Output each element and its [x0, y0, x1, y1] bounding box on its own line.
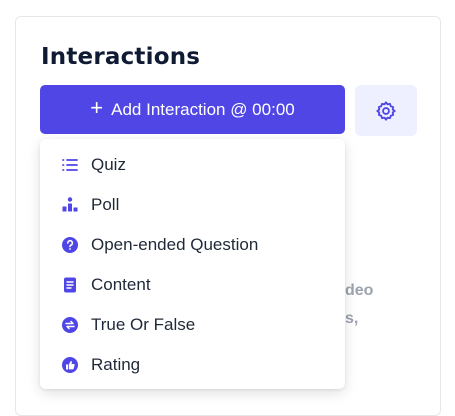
plus-icon: + — [90, 95, 104, 120]
bar-chart-icon — [61, 196, 79, 214]
settings-button[interactable] — [355, 85, 417, 136]
menu-item-label: Rating — [91, 355, 141, 374]
menu-item-true-or-false[interactable]: True Or False — [40, 305, 345, 345]
background-text-line1: deo — [345, 282, 374, 299]
document-icon — [61, 276, 79, 294]
menu-item-label: Content — [91, 275, 151, 294]
page-title: Interactions — [41, 44, 201, 70]
add-interaction-button[interactable]: + Add Interaction @ 00:00 — [40, 85, 345, 134]
swap-circle-icon — [61, 316, 79, 334]
thumbs-up-circle-icon — [61, 356, 79, 374]
menu-item-content[interactable]: Content — [40, 265, 345, 305]
interaction-type-menu: Quiz Poll Open-ended Question Content Tr… — [40, 139, 345, 389]
gear-icon — [376, 100, 396, 121]
menu-item-open-ended-question[interactable]: Open-ended Question — [40, 225, 345, 265]
background-text-line2: s, — [345, 310, 359, 327]
menu-item-poll[interactable]: Poll — [40, 185, 345, 225]
menu-item-rating[interactable]: Rating — [40, 345, 345, 385]
question-circle-icon — [61, 236, 79, 254]
list-icon — [61, 156, 79, 174]
menu-item-quiz[interactable]: Quiz — [40, 145, 345, 185]
menu-item-label: True Or False — [91, 315, 196, 334]
menu-item-label: Quiz — [91, 155, 126, 174]
menu-item-label: Open-ended Question — [91, 235, 259, 254]
menu-item-label: Poll — [91, 195, 120, 214]
add-interaction-label: Add Interaction @ 00:00 — [111, 99, 295, 119]
